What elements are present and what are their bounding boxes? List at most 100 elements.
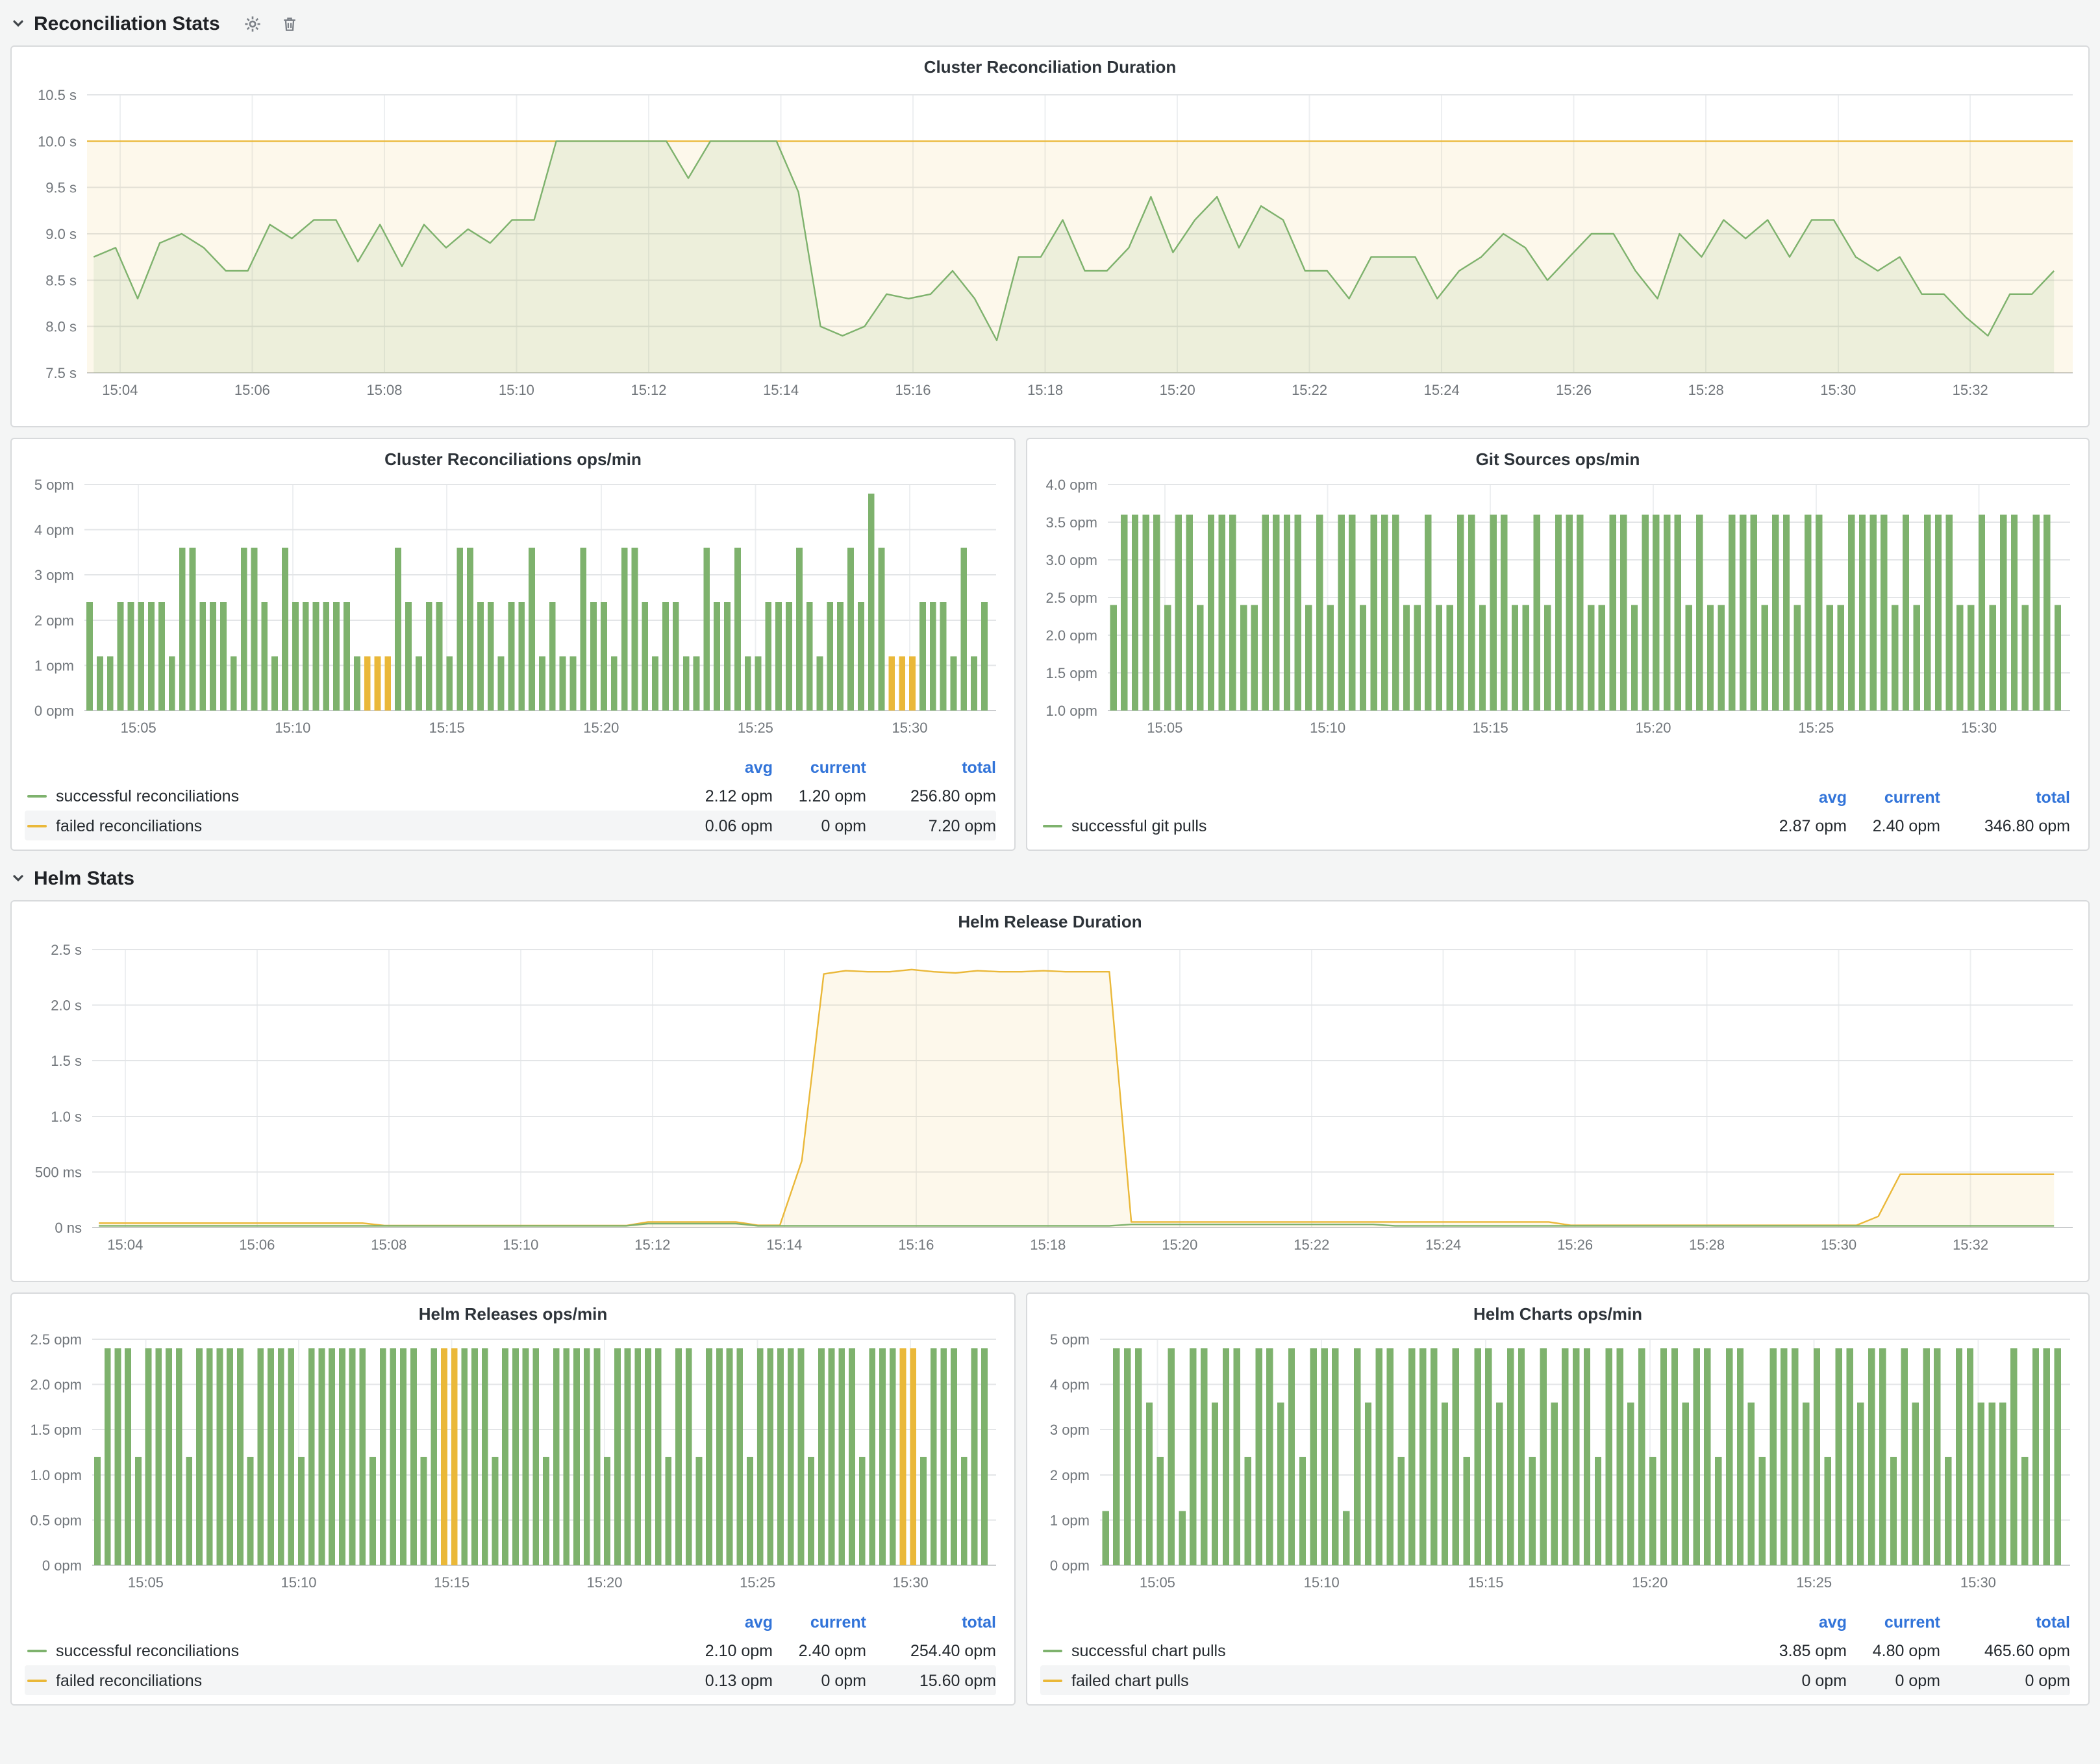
bar-successful git pulls [1501,514,1507,711]
cluster-reconciliations-opm-chart[interactable]: 0 opm1 opm2 opm3 opm4 opm5 opm15:0515:10… [22,474,1006,750]
bar-successful reconciliations [788,1348,794,1565]
legend-col-current[interactable]: current [1847,1613,1940,1632]
bar-successful git pulls [1675,514,1681,711]
panel-title[interactable]: Git Sources ops/min [1038,446,2078,474]
bar-successful reconciliations [662,602,669,711]
y-tick-label: 0 opm [1050,1557,1090,1574]
chevron-down-icon[interactable] [10,16,26,31]
bar-successful reconciliations [237,1348,244,1565]
bar-successful reconciliations [105,1348,111,1565]
section-title-helm-stats[interactable]: Helm Stats [34,867,134,889]
legend-col-avg[interactable]: avg [1717,788,1847,807]
helm-release-duration-chart[interactable]: 0 ns500 ms1.0 s1.5 s2.0 s2.5 s15:0415:06… [22,937,2081,1272]
bar-successful reconciliations [86,602,93,711]
bar-successful git pulls [1403,605,1410,711]
y-tick-label: 5 opm [34,477,74,493]
legend-col-avg[interactable]: avg [643,759,773,777]
y-tick-label: 2 opm [1050,1467,1090,1483]
bar-successful reconciliations [532,1348,539,1565]
legend-current-value: 0 opm [773,1671,866,1689]
bar-successful reconciliations [210,602,216,711]
legend-col-avg[interactable]: avg [643,1613,773,1632]
series-label[interactable]: successful git pulls [1071,816,1717,835]
legend: avg current total successful reconciliat… [22,1604,1004,1695]
bar-successful git pulls [1316,514,1323,711]
bar-successful chart pulls [1124,1348,1131,1565]
git-sources-opm-chart[interactable]: 1.0 opm1.5 opm2.0 opm2.5 opm3.0 opm3.5 o… [1038,474,2081,750]
y-tick-label: 4 opm [1050,1377,1090,1393]
bar-successful chart pulls [2032,1348,2039,1565]
x-tick-label: 15:06 [234,382,270,398]
y-tick-label: 1.0 s [51,1109,82,1125]
legend-col-total[interactable]: total [866,1613,996,1632]
y-tick-label: 3 opm [1050,1422,1090,1438]
series-label[interactable]: successful reconciliations [56,787,643,805]
bar-successful git pulls [1371,514,1377,711]
bar-successful reconciliations [292,602,299,711]
legend-row: failed chart pulls 0 opm 0 opm 0 opm [1040,1665,2070,1695]
section-title-reconciliation-stats[interactable]: Reconciliation Stats [34,12,220,34]
legend-col-total[interactable]: total [1940,1613,2070,1632]
bar-successful reconciliations [665,1457,671,1565]
bar-successful reconciliations [632,548,638,711]
helm-releases-opm-chart[interactable]: 0 opm0.5 opm1.0 opm1.5 opm2.0 opm2.5 opm… [22,1329,1006,1604]
bar-successful reconciliations [186,1457,192,1565]
legend-row: successful git pulls 2.87 opm 2.40 opm 3… [1040,811,2070,840]
bar-failed reconciliations [899,656,905,711]
bar-successful chart pulls [1627,1402,1634,1565]
panel-title[interactable]: Helm Release Duration [22,908,2078,937]
panel-title[interactable]: Helm Charts ops/min [1038,1300,2078,1329]
series-label[interactable]: failed reconciliations [56,816,643,835]
gear-icon[interactable] [244,14,263,33]
bar-successful reconciliations [431,1348,437,1565]
bar-successful reconciliations [115,1348,121,1565]
x-tick-label: 15:24 [1425,1237,1461,1253]
helm-charts-opm-chart[interactable]: 0 opm1 opm2 opm3 opm4 opm5 opm15:0515:10… [1038,1329,2081,1604]
bar-successful git pulls [1479,605,1486,711]
legend-col-current[interactable]: current [773,759,866,777]
y-tick-label: 9.0 s [45,226,77,242]
legend-col-total[interactable]: total [866,759,996,777]
panel-title[interactable]: Helm Releases ops/min [22,1300,1004,1329]
x-tick-label: 15:28 [1689,1237,1725,1253]
series-label[interactable]: successful chart pulls [1071,1641,1717,1659]
bar-successful reconciliations [488,602,494,711]
bar-successful reconciliations [611,656,618,711]
bar-failed reconciliations [364,656,371,711]
bar-successful git pulls [1653,514,1659,711]
series-label[interactable]: successful reconciliations [56,1641,643,1659]
bar-successful chart pulls [1102,1511,1108,1565]
panel-title[interactable]: Cluster Reconciliation Duration [22,53,2078,82]
legend-col-total[interactable]: total [1940,788,2070,807]
bar-successful reconciliations [313,602,319,711]
row-helm-charts: Helm Releases ops/min 0 opm0.5 opm1.0 op… [10,1292,2090,1706]
series-label[interactable]: failed reconciliations [56,1671,643,1689]
bar-successful reconciliations [247,1457,254,1565]
legend-total-value: 0 opm [1940,1671,2070,1689]
bar-successful reconciliations [518,602,525,711]
bar-successful reconciliations [199,602,206,711]
bar-successful git pulls [1913,605,1919,711]
series-label[interactable]: failed chart pulls [1071,1671,1717,1689]
bar-successful reconciliations [940,602,947,711]
legend-col-current[interactable]: current [773,1613,866,1632]
cluster-reconciliation-duration-chart[interactable]: 7.5 s8.0 s8.5 s9.0 s9.5 s10.0 s10.5 s15:… [22,82,2081,417]
bar-successful reconciliations [919,602,926,711]
trash-icon[interactable] [281,14,299,33]
legend-col-avg[interactable]: avg [1717,1613,1847,1632]
panel-title[interactable]: Cluster Reconciliations ops/min [22,446,1004,474]
legend-row: successful reconciliations 2.10 opm 2.40… [25,1635,996,1665]
grafana-dashboard: Reconciliation Stats Cluster Reconciliat… [0,0,2100,1764]
bar-successful chart pulls [1660,1348,1667,1565]
bar-successful git pulls [1338,514,1344,711]
bar-successful reconciliations [390,1348,396,1565]
bar-successful reconciliations [380,1348,386,1565]
x-tick-label: 15:08 [371,1237,406,1253]
legend-col-current[interactable]: current [1847,788,1940,807]
bar-successful chart pulls [1277,1402,1284,1565]
bar-successful git pulls [1794,605,1801,711]
chevron-down-icon[interactable] [10,870,26,886]
x-tick-label: 15:25 [1798,720,1834,736]
bar-successful reconciliations [755,656,762,711]
x-tick-label: 15:10 [281,1574,316,1591]
